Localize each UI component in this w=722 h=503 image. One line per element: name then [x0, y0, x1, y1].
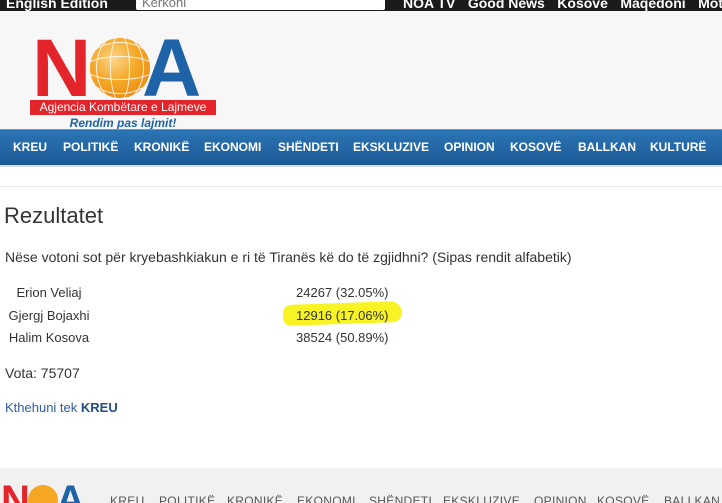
- candidate-votes: 38524 (50.89%): [296, 330, 389, 345]
- footer-link-ekskluzive[interactable]: EKSKLUZIVE: [443, 494, 520, 503]
- footer-link-opinion[interactable]: OPINION: [534, 494, 587, 503]
- header: N A Agjencia Kombëtare e Lajmeve Rendim …: [0, 11, 722, 130]
- globe-icon: [90, 38, 150, 98]
- footer-logo-letter-a: A: [56, 478, 85, 503]
- top-link-mot[interactable]: Mot: [698, 0, 722, 11]
- footer-link-ballkan[interactable]: BALLKAN: [664, 494, 720, 503]
- page-title: Rezultatet: [4, 203, 104, 228]
- footer-logo-letter-n: N: [1, 478, 30, 503]
- english-edition-link[interactable]: English Edition: [6, 0, 108, 11]
- nav-item-ballkan[interactable]: BALLKAN: [578, 130, 636, 165]
- footer-link-kosove[interactable]: KOSOVË: [597, 494, 649, 503]
- nav-item-ekonomi[interactable]: EKONOMI: [204, 130, 261, 165]
- nav-underline: [0, 165, 722, 167]
- nav-item-shendeti[interactable]: SHËNDETI: [278, 130, 339, 165]
- footer-link-ekonomi[interactable]: EKONOMI: [297, 494, 356, 503]
- candidate-name: Halim Kosova: [8, 330, 90, 345]
- total-votes: Vota: 75707: [5, 365, 80, 381]
- footer-link-kreu[interactable]: KREU: [110, 494, 145, 503]
- candidate-name: Erion Veliaj: [16, 285, 82, 300]
- nav-item-politike[interactable]: POLITIKË: [63, 130, 118, 165]
- footer-globe-icon: [28, 485, 58, 503]
- back-link-row: Kthehuni tek KREU: [5, 400, 118, 415]
- nav-item-kreu[interactable]: KREU: [13, 130, 47, 165]
- main-nav: KREU POLITIKË KRONIKË EKONOMI SHËNDETI E…: [0, 129, 722, 165]
- top-links: NOA TV Good News Kosovë Maqedoni Mot: [403, 0, 722, 11]
- logo-letter-n: N: [32, 23, 91, 114]
- top-link-maqedoni[interactable]: Maqedoni: [620, 0, 685, 11]
- nav-item-kosove[interactable]: KOSOVË: [510, 130, 561, 165]
- nav-item-kulture[interactable]: KULTURË: [650, 130, 706, 165]
- poll-question: Nëse votoni sot për kryebashkiakun e ri …: [5, 249, 572, 265]
- nav-item-opinion[interactable]: OPINION: [444, 130, 495, 165]
- nav-item-kronike[interactable]: KRONIKË: [134, 130, 189, 165]
- footer-link-kronike[interactable]: KRONIKË: [227, 494, 283, 503]
- footer-link-politike[interactable]: POLITIKË: [159, 494, 215, 503]
- top-bar: English Edition NOA TV Good News Kosovë …: [0, 0, 722, 11]
- logo-slogan: Rendim pas lajmit!: [69, 116, 177, 130]
- candidate-name: Gjergj Bojaxhi: [8, 308, 90, 323]
- top-link-noa-tv[interactable]: NOA TV: [403, 0, 455, 11]
- footer-link-shendeti[interactable]: SHËNDETI: [369, 494, 432, 503]
- noa-logo[interactable]: N A Agjencia Kombëtare e Lajmeve Rendim …: [30, 23, 216, 130]
- top-link-kosove[interactable]: Kosovë: [557, 0, 608, 11]
- back-prefix: Kthehuni tek: [5, 400, 78, 415]
- back-home-link[interactable]: KREU: [81, 400, 118, 415]
- nav-item-ekskluzive[interactable]: EKSKLUZIVE: [353, 130, 429, 165]
- content-divider: [0, 186, 722, 187]
- result-row: Halim Kosova 38524 (50.89%): [0, 328, 722, 350]
- result-row: Gjergj Bojaxhi 12916 (17.06%): [0, 300, 722, 328]
- candidate-votes: 24267 (32.05%): [296, 285, 389, 300]
- logo-tagline: Agjencia Kombëtare e Lajmeve: [30, 100, 216, 115]
- candidate-votes: 12916 (17.06%): [296, 308, 389, 323]
- footer: N A KREU POLITIKË KRONIKË EKONOMI SHËNDE…: [0, 468, 722, 503]
- logo-letter-a: A: [142, 23, 201, 114]
- top-link-good-news[interactable]: Good News: [468, 0, 545, 11]
- search-input[interactable]: [136, 0, 385, 10]
